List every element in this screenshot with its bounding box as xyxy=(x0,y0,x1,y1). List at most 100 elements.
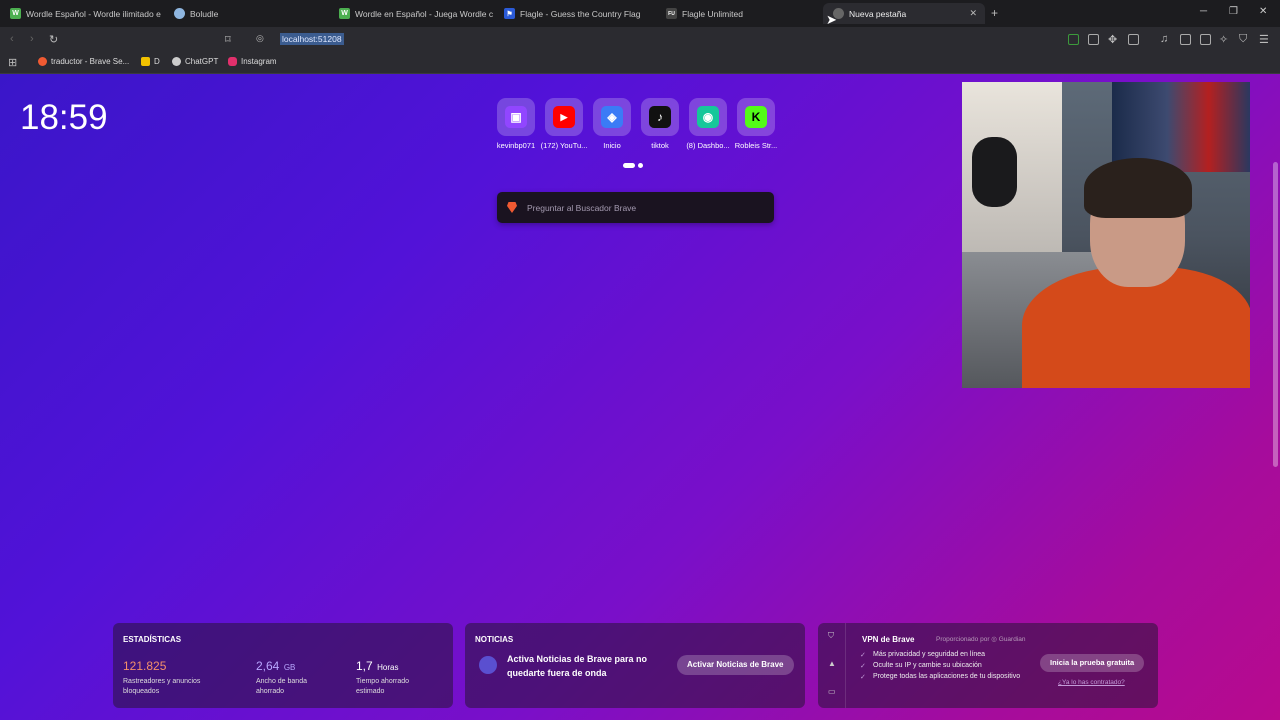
widget-switcher: ⛉ ▲ ▭ xyxy=(818,623,846,708)
news-widget: NOTICIAS Activa Noticias de Brave para n… xyxy=(465,623,805,708)
bookmark-icon[interactable]: ⌑ xyxy=(225,33,231,46)
top-site-label: kevinbp071 xyxy=(496,141,536,150)
search-box[interactable]: Preguntar al Buscador Brave xyxy=(497,192,774,223)
brave-icon xyxy=(38,57,47,66)
chatgpt-icon xyxy=(172,57,181,66)
instagram-icon xyxy=(228,57,237,66)
back-icon[interactable]: ‹ xyxy=(10,33,14,45)
vpn-provider: Proporcionado por ◎ Guardian xyxy=(936,636,1026,643)
time-value: 1,7 xyxy=(356,659,373,673)
already-purchased-link[interactable]: ¿Ya lo has contratado? xyxy=(1058,679,1125,686)
tab-title: Nueva pestaña xyxy=(849,8,907,19)
close-tab-icon[interactable]: ✕ xyxy=(969,8,977,19)
top-site-label: tiktok xyxy=(651,141,669,150)
top-site-dashboard[interactable]: ◉ (8) Dashbo... xyxy=(684,98,732,150)
d-icon xyxy=(141,57,150,66)
tab-wordle-espanol[interactable]: W Wordle Español - Wordle ilimitado e xyxy=(0,3,162,24)
webcam-overlay xyxy=(962,82,1250,388)
dashboard-icon: ◉ xyxy=(697,106,719,128)
bookmark-label: Instagram xyxy=(241,57,277,66)
bookmark-d[interactable]: D xyxy=(141,57,160,66)
toolbar: ‹ › ↻ ⌑ ◎ localhost:51208 ✥ ♫ ✧ ⛉ ☰ xyxy=(0,27,1280,52)
brave-lion-icon xyxy=(507,202,517,213)
top-site-tiktok[interactable]: ♪ tiktok xyxy=(636,98,684,150)
card-icon[interactable]: ▭ xyxy=(828,687,836,696)
tab-flagle-unlimited[interactable]: FU Flagle Unlimited xyxy=(656,3,821,24)
apps-grid-icon[interactable]: ⊞ xyxy=(8,56,17,69)
pager-dot-active[interactable] xyxy=(623,163,635,168)
wordle-icon: W xyxy=(339,8,350,19)
site-info-icon[interactable]: ◎ xyxy=(256,33,264,44)
address-bar[interactable]: localhost:51208 xyxy=(280,33,344,45)
stat-time: 1,7 Horas Tiempo ahorrado estimado xyxy=(356,657,409,697)
vpn-features: Más privacidad y seguridad en línea Ocul… xyxy=(860,651,1020,684)
extension-icon[interactable] xyxy=(1088,34,1099,45)
flagle-unlimited-icon: FU xyxy=(666,8,677,19)
shield-icon[interactable]: ⛉ xyxy=(828,631,834,641)
tab-flagle[interactable]: ⚑ Flagle - Guess the Country Flag xyxy=(494,3,659,24)
time-desc: Tiempo ahorrado xyxy=(356,678,410,685)
screenshot-icon[interactable] xyxy=(1128,34,1139,45)
bandwidth-unit: GB xyxy=(283,663,296,672)
warning-icon[interactable]: ▲ xyxy=(828,659,836,668)
new-tab-button[interactable]: + xyxy=(991,6,998,20)
argentina-flag-icon xyxy=(174,8,185,19)
news-title: NOTICIAS xyxy=(475,635,514,644)
sidebar-icon[interactable] xyxy=(1180,34,1191,45)
tab-title: Flagle Unlimited xyxy=(682,8,743,19)
leo-ai-icon[interactable]: ✧ xyxy=(1219,33,1228,46)
bandwidth-desc: Ancho de banda xyxy=(256,678,307,685)
close-window-icon[interactable]: ✕ xyxy=(1259,6,1267,17)
vpn-widget: ⛉ ▲ ▭ VPN de Brave Proporcionado por ◎ G… xyxy=(818,623,1158,708)
tab-bar: W Wordle Español - Wordle ilimitado e Bo… xyxy=(0,0,1280,27)
youtube-icon: ▶ xyxy=(553,106,575,128)
extension-icon[interactable] xyxy=(1068,34,1079,45)
minimize-icon[interactable]: ─ xyxy=(1200,6,1207,17)
puzzle-icon[interactable]: ✥ xyxy=(1108,33,1117,46)
start-trial-button[interactable]: Inicia la prueba gratuita xyxy=(1040,654,1145,672)
wallet-icon[interactable] xyxy=(1200,34,1211,45)
top-sites-pager[interactable] xyxy=(623,163,643,168)
tab-boludle[interactable]: Boludle xyxy=(164,3,329,24)
time-desc: estimado xyxy=(356,688,385,695)
activate-news-button[interactable]: Activar Noticias de Brave xyxy=(677,655,794,675)
trackers-desc: Rastreadores y anuncios xyxy=(123,678,201,685)
news-text: Activa Noticias de Brave para no quedart… xyxy=(507,654,648,678)
top-site-kick[interactable]: K Robleis Str... xyxy=(732,98,780,150)
top-site-label: Inicio xyxy=(603,141,621,150)
top-site-youtube[interactable]: ▶ (172) YouTu... xyxy=(540,98,588,150)
vpn-feature: Protege todas las aplicaciones de tu dis… xyxy=(860,673,1020,681)
stat-trackers: 121.825 Rastreadores y anuncios bloqueado… xyxy=(123,657,200,697)
reload-icon[interactable]: ↻ xyxy=(49,33,58,46)
menu-icon[interactable]: ☰ xyxy=(1259,33,1269,46)
bookmark-label: ChatGPT xyxy=(185,57,219,66)
scrollbar[interactable] xyxy=(1273,162,1278,467)
clock: 18:59 xyxy=(20,98,108,137)
bookmark-instagram[interactable]: Instagram xyxy=(228,57,277,66)
music-icon[interactable]: ♫ xyxy=(1160,33,1168,45)
time-unit: Horas xyxy=(377,663,399,672)
forward-icon[interactable]: › xyxy=(30,33,34,45)
twitch-icon: ▣ xyxy=(505,106,527,128)
tab-wordle-en-espanol[interactable]: W Wordle en Español - Juega Wordle c xyxy=(329,3,494,24)
search-placeholder: Preguntar al Buscador Brave xyxy=(527,202,637,213)
stats-title: ESTADÍSTICAS xyxy=(123,635,182,644)
shield-icon[interactable]: ⛉ xyxy=(1239,33,1247,46)
bookmark-label: D xyxy=(154,57,160,66)
top-site-inicio[interactable]: ◈ Inicio xyxy=(588,98,636,150)
top-site-label: (8) Dashbo... xyxy=(686,141,730,150)
top-site-label: (172) YouTu... xyxy=(540,141,588,150)
top-site-twitch[interactable]: ▣ kevinbp071 xyxy=(492,98,540,150)
mouse-cursor-icon: ➤ xyxy=(826,12,837,27)
tab-nueva-pestana[interactable]: Nueva pestaña ✕ xyxy=(823,3,985,24)
tab-title: Wordle en Español - Juega Wordle c xyxy=(355,8,494,19)
bookmark-chatgpt[interactable]: ChatGPT xyxy=(172,57,218,66)
bookmark-traductor[interactable]: traductor - Brave Se... xyxy=(38,57,129,66)
tab-title: Flagle - Guess the Country Flag xyxy=(520,8,641,19)
restore-icon[interactable]: ❐ xyxy=(1229,6,1238,17)
flag-icon: ⚑ xyxy=(504,8,515,19)
roblox-icon: ◈ xyxy=(601,106,623,128)
pager-dot[interactable] xyxy=(638,163,643,168)
tab-title: Boludle xyxy=(190,8,219,19)
trackers-value: 121.825 xyxy=(123,659,167,673)
